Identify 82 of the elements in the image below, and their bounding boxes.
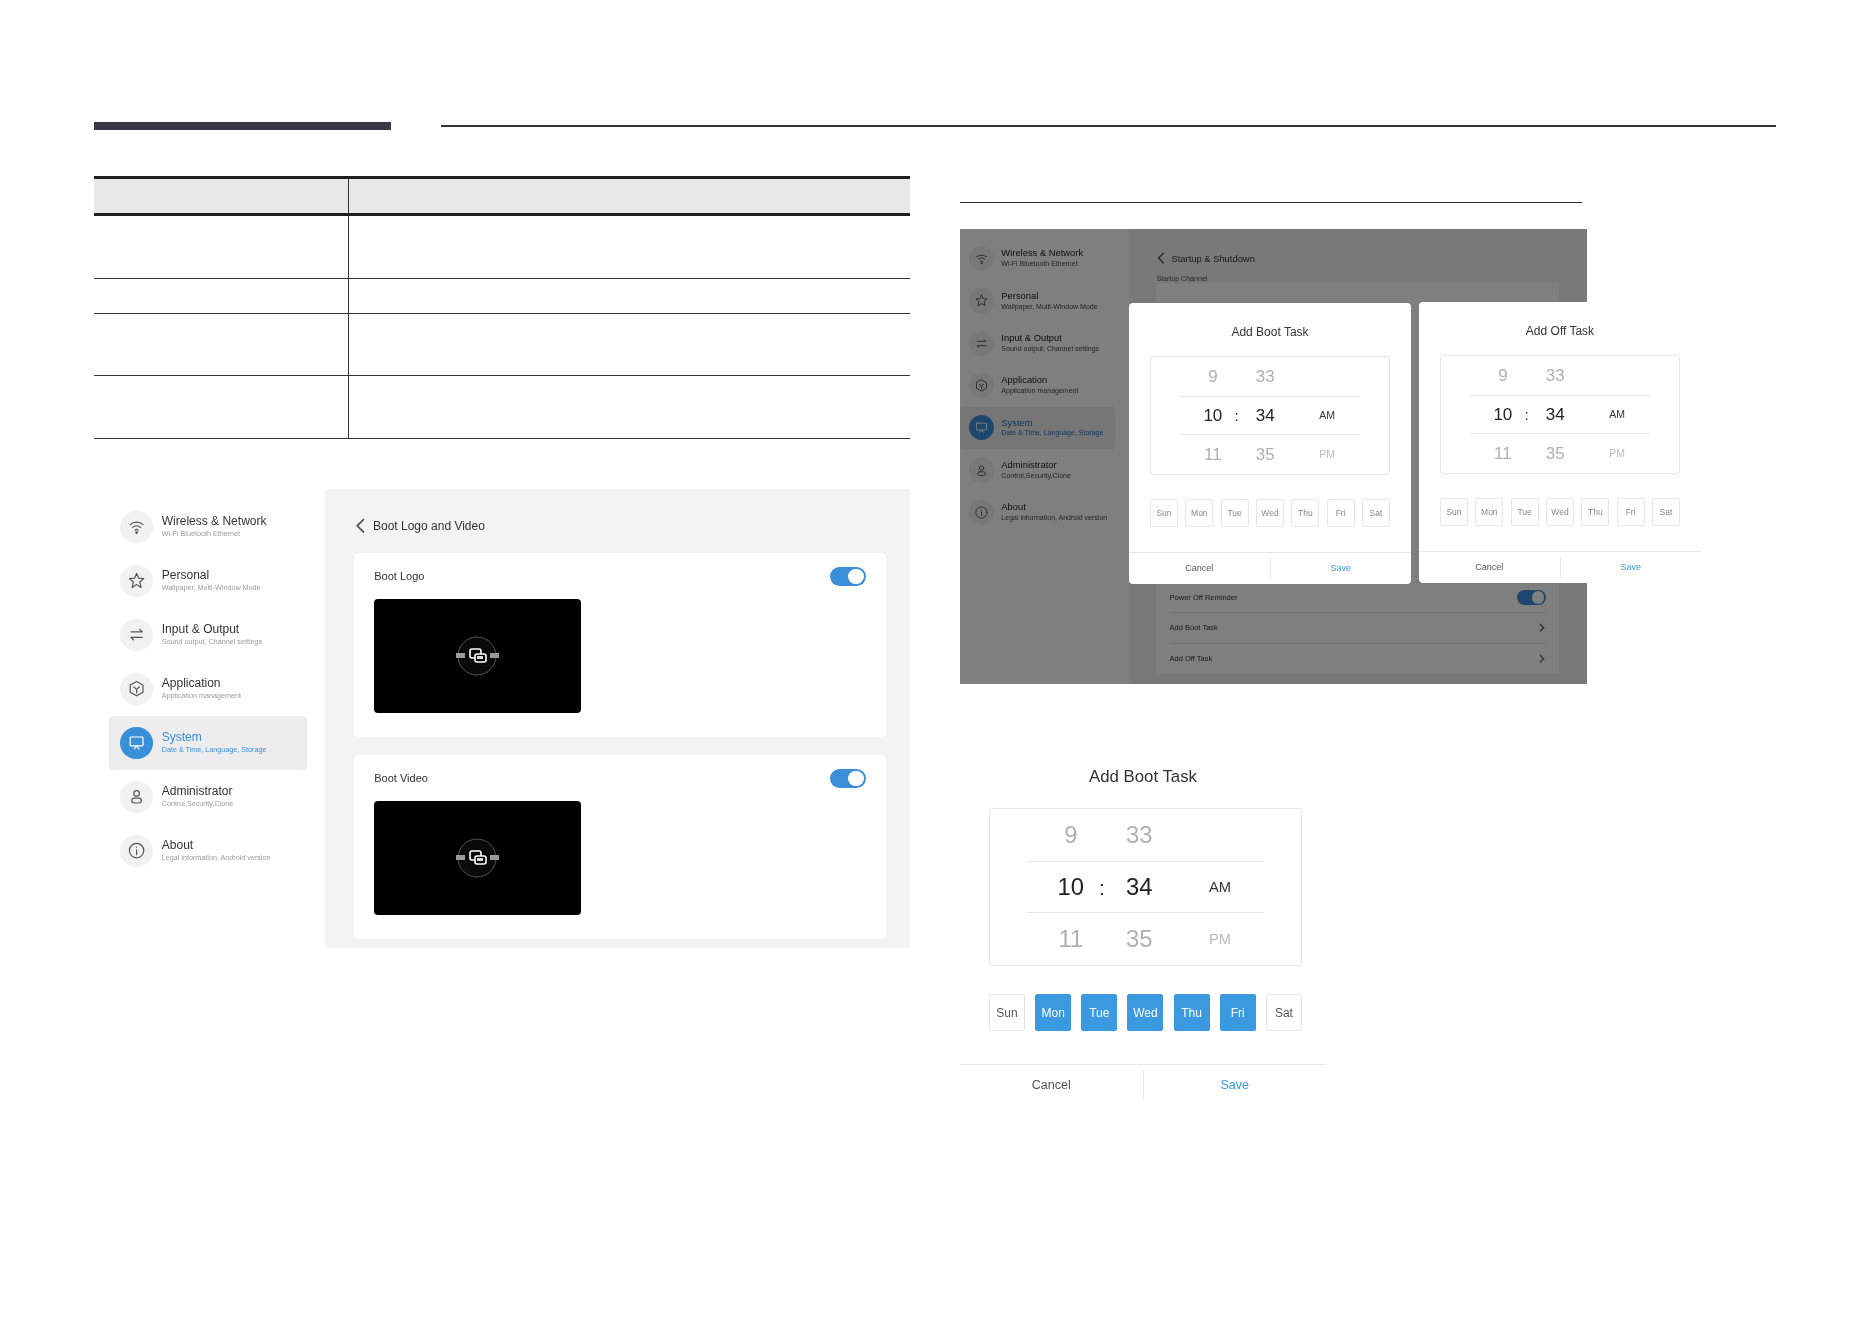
info-icon <box>968 499 995 526</box>
person-icon <box>968 457 995 483</box>
minute-value[interactable]: 34 <box>1241 407 1289 424</box>
back-icon[interactable] <box>1156 252 1167 265</box>
dialog-title: Add Off Task <box>1524 323 1596 340</box>
day-toggle[interactable]: Sun <box>989 994 1025 1031</box>
day-toggle[interactable]: Wed <box>1256 499 1284 527</box>
day-toggle[interactable]: Tue <box>1510 498 1539 526</box>
hour-value[interactable]: 11 <box>1483 445 1522 462</box>
page-title: Startup & Shutdown <box>1171 251 1255 266</box>
save-button[interactable]: Save <box>1560 560 1701 575</box>
hour-value[interactable]: 9 <box>1045 823 1096 847</box>
day-toggle[interactable]: Sun <box>1150 499 1178 527</box>
person-icon <box>120 780 153 813</box>
chevron-icon <box>1538 623 1546 633</box>
save-button[interactable]: Save <box>1270 561 1411 576</box>
day-toggle[interactable]: Sat <box>1361 499 1390 527</box>
back-icon[interactable] <box>353 517 367 534</box>
day-toggle[interactable]: Sun <box>1440 498 1468 526</box>
am-pm-value[interactable]: AM <box>1195 875 1245 898</box>
day-toggle[interactable]: Mon <box>1185 499 1214 527</box>
dialog-title: Add Boot Task <box>1088 766 1198 788</box>
minute-value[interactable]: 35 <box>1108 927 1171 951</box>
am-pm-value[interactable]: PM <box>1598 445 1637 462</box>
cancel-button[interactable]: Cancel <box>960 1076 1143 1095</box>
toggle-switch[interactable] <box>1517 589 1546 605</box>
day-toggle[interactable]: Wed <box>1546 498 1574 526</box>
am-pm-value[interactable]: AM <box>1598 406 1637 423</box>
am-pm-value[interactable]: AM <box>1308 407 1347 424</box>
hour-value[interactable]: 10 <box>1045 875 1096 899</box>
toggle-switch[interactable] <box>829 567 866 587</box>
day-toggle[interactable]: Thu <box>1581 498 1610 526</box>
minute-value[interactable]: 34 <box>1108 875 1171 899</box>
day-toggle[interactable]: Thu <box>1173 994 1210 1031</box>
minute-value[interactable]: 35 <box>1241 446 1289 463</box>
day-toggle[interactable]: Mon <box>1475 498 1504 526</box>
monitor-icon <box>120 726 153 759</box>
info-icon <box>120 834 153 867</box>
day-toggle[interactable]: Fri <box>1326 499 1355 527</box>
day-toggle[interactable]: Fri <box>1616 498 1645 526</box>
time-picker[interactable]: 9 33 10 : 34 AM 11 35 PM <box>1150 356 1390 475</box>
minute-value[interactable]: 35 <box>1531 445 1579 462</box>
time-picker[interactable]: 9 33 10 : 34 AM 11 35 PM <box>989 808 1302 966</box>
day-toggle[interactable]: Tue <box>1220 499 1249 527</box>
time-picker[interactable]: 9 33 10 : 34 AM 11 35 PM <box>1440 355 1680 474</box>
monitor-icon <box>968 415 995 441</box>
hour-value[interactable]: 9 <box>1193 368 1232 385</box>
wifi-icon <box>968 245 995 272</box>
page-title: Boot Logo and Video <box>373 517 485 535</box>
am-pm-value[interactable]: PM <box>1308 446 1347 463</box>
day-toggle[interactable]: Wed <box>1127 994 1164 1031</box>
cancel-button[interactable]: Cancel <box>1129 561 1270 576</box>
day-toggle[interactable]: Fri <box>1219 994 1256 1031</box>
arrows-icon <box>120 618 153 651</box>
hour-value[interactable]: 11 <box>1193 446 1232 463</box>
day-toggle[interactable]: Tue <box>1081 994 1118 1031</box>
minute-value[interactable]: 33 <box>1108 823 1171 847</box>
cancel-button[interactable]: Cancel <box>1419 560 1560 575</box>
wifi-icon <box>120 510 153 543</box>
time-separator: : <box>1523 407 1530 422</box>
hour-value[interactable]: 10 <box>1193 407 1232 424</box>
dialog-title: Add Boot Task <box>1230 324 1310 341</box>
card-title: Boot Logo <box>374 569 425 585</box>
day-toggle[interactable]: Thu <box>1291 499 1320 527</box>
day-toggle[interactable]: Sat <box>1265 994 1302 1031</box>
toggle-switch[interactable] <box>829 768 866 789</box>
time-separator: : <box>1098 876 1106 898</box>
minute-value[interactable]: 33 <box>1531 367 1579 384</box>
time-separator: : <box>1233 408 1240 423</box>
chevron-icon <box>1538 653 1546 664</box>
day-toggle[interactable]: Sat <box>1651 498 1680 526</box>
day-toggle[interactable]: Mon <box>1035 994 1072 1031</box>
cube-icon <box>120 672 153 705</box>
minute-value[interactable]: 33 <box>1241 368 1289 385</box>
hour-value[interactable]: 10 <box>1483 406 1522 423</box>
hour-value[interactable]: 11 <box>1045 927 1096 951</box>
minute-value[interactable]: 34 <box>1531 406 1579 423</box>
save-button[interactable]: Save <box>1143 1076 1326 1095</box>
cube-icon <box>968 372 995 399</box>
hour-value[interactable]: 9 <box>1483 367 1522 384</box>
card-title: Boot Video <box>374 771 428 787</box>
arrows-icon <box>968 330 995 356</box>
